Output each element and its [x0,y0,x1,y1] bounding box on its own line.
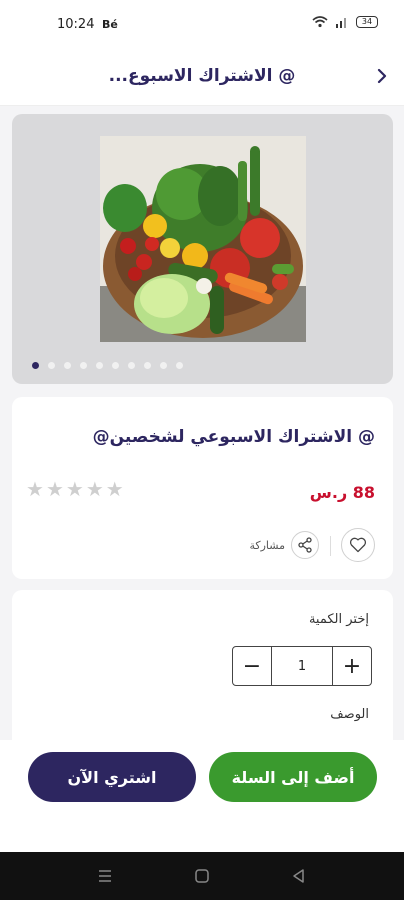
page-title: @ الاشتراك الاسبوع... [108,66,296,86]
add-to-cart-button[interactable]: أضف إلى السلة [209,752,377,802]
decrease-button[interactable]: − [233,647,271,685]
buy-now-button[interactable]: اشتري الآن [28,752,196,802]
star-icon: ★ [45,477,64,501]
pagination-dot[interactable] [96,362,103,369]
quantity-label: إختر الكمية [308,612,369,627]
favorite-button[interactable] [341,528,375,562]
rating-stars: ★ ★ ★ ★ ★ [26,479,124,499]
product-info-card: @ الاشتراك الاسبوعي لشخصين@ 88 ر.س ★ ★ ★… [12,397,393,579]
options-card: إختر الكمية − 1 + الوصف [12,590,393,750]
quantity-value[interactable]: 1 [271,647,333,685]
status-time: 10:24 [57,17,95,32]
share-button[interactable]: مشاركة [249,528,319,562]
star-icon: ★ [105,477,124,501]
battery-icon: 34 [356,16,378,28]
pagination-dot[interactable] [32,362,39,369]
increase-button[interactable]: + [333,647,371,685]
share-icon [298,537,312,553]
star-icon: ★ [65,477,84,501]
pagination-dot[interactable] [48,362,55,369]
pagination-dot[interactable] [80,362,87,369]
back-triangle-icon[interactable] [290,867,308,885]
back-chevron-icon[interactable] [370,64,394,88]
system-navigation-bar [0,852,404,900]
share-icon-wrap [291,531,319,559]
star-icon: ★ [85,477,104,501]
divider [330,536,331,556]
bottom-action-bar: اشتري الآن أضف إلى السلة [0,740,404,852]
product-gallery[interactable] [12,114,393,384]
system-icons: 34 [312,16,378,28]
pagination-dot[interactable] [64,362,71,369]
pagination-dot[interactable] [176,362,183,369]
gallery-pagination [32,362,183,369]
pagination-dot[interactable] [160,362,167,369]
signal-icon [336,18,346,28]
wifi-icon [312,16,328,28]
recent-apps-icon[interactable] [96,867,114,885]
description-label: الوصف [330,707,369,722]
star-icon: ★ [26,477,44,501]
share-label: مشاركة [249,538,285,552]
status-carrier: Bé [102,18,118,31]
pagination-dot[interactable] [128,362,135,369]
status-bar: 10:24 Bé 34 [0,0,404,50]
home-icon[interactable] [193,867,211,885]
quantity-stepper: − 1 + [232,646,372,686]
pagination-dot[interactable] [112,362,119,369]
product-price: 88 ر.س [309,483,375,502]
product-name: @ الاشتراك الاسبوعي لشخصين@ [92,427,375,447]
product-image[interactable] [100,136,306,342]
pagination-dot[interactable] [144,362,151,369]
vegetables-basket-illustration [100,136,306,342]
app-header: @ الاشتراك الاسبوع... [0,50,404,106]
heart-icon [349,537,367,553]
